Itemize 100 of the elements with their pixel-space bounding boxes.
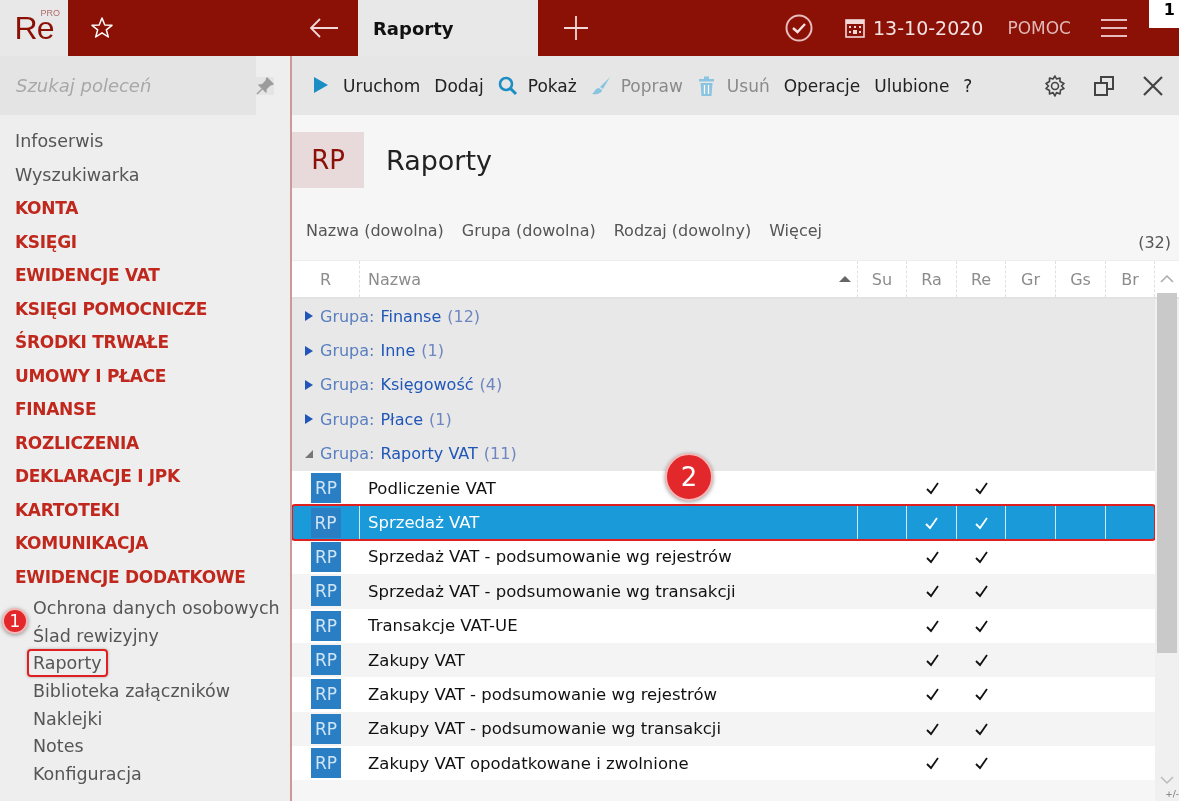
help-link[interactable]: POMOC bbox=[1007, 18, 1071, 38]
menu-section[interactable]: DEKLARACJE I JPK bbox=[15, 460, 290, 494]
restore-window-icon[interactable] bbox=[1094, 75, 1114, 96]
column-header[interactable]: Gs bbox=[1070, 269, 1091, 289]
menu-section[interactable]: ROZLICZENIA bbox=[15, 426, 290, 460]
toolbar-button[interactable]: Dodaj bbox=[427, 65, 491, 106]
menu-section[interactable]: KOMUNIKACJA bbox=[15, 527, 290, 561]
toolbar-button[interactable]: ? bbox=[956, 65, 980, 106]
module-badge: RP bbox=[292, 132, 364, 188]
menu-section[interactable]: KARTOTEKI bbox=[15, 493, 290, 527]
collapsed-arrow-icon[interactable] bbox=[304, 379, 314, 390]
menu-item[interactable]: Ślad rewizyjny bbox=[27, 621, 165, 650]
table-row[interactable]: RP Transakcje VAT-UE bbox=[292, 608, 1155, 643]
menu-section[interactable]: EWIDENCJE VAT bbox=[15, 259, 290, 293]
back-arrow-icon[interactable] bbox=[308, 16, 340, 40]
filter-link[interactable]: Rodzaj (dowolny) bbox=[613, 221, 752, 240]
table-row[interactable]: RP Sprzedaż VAT - podsumowanie wg rejestrów bbox=[292, 539, 1155, 575]
column-header[interactable]: Br bbox=[1121, 269, 1139, 289]
column-header[interactable]: Ra bbox=[921, 269, 942, 289]
close-icon[interactable] bbox=[1143, 75, 1163, 96]
table-row[interactable]: RP Zakupy VAT - podsumowanie wg rejestrów bbox=[292, 677, 1155, 712]
toolbar-button[interactable]: Uruchom bbox=[306, 65, 428, 106]
column-header[interactable]: Su bbox=[871, 269, 893, 289]
group-row[interactable]: Grupa: Inne (1) bbox=[292, 333, 1155, 368]
plus-icon[interactable] bbox=[564, 16, 588, 40]
menu-item[interactable]: Konfiguracja bbox=[27, 760, 148, 789]
group-name: Płace bbox=[380, 409, 424, 429]
report-icon: RP bbox=[311, 473, 341, 504]
group-count: (1) bbox=[429, 409, 452, 429]
group-name: Raporty VAT bbox=[380, 444, 478, 464]
report-icon: RP bbox=[311, 748, 341, 779]
group-name: Inne bbox=[380, 341, 416, 361]
window-number: 1 bbox=[1149, 0, 1179, 28]
calendar-icon[interactable] bbox=[845, 18, 865, 38]
trash-icon bbox=[696, 75, 717, 96]
record-count: (32) bbox=[1138, 233, 1171, 252]
expand-toggle[interactable]: +/- bbox=[1165, 789, 1179, 799]
table-row[interactable]: RP Zakupy VAT opodatkowane i zwolnione bbox=[292, 746, 1155, 781]
report-icon: RP bbox=[311, 541, 341, 572]
menu-section[interactable]: ŚRODKI TRWAŁE bbox=[15, 326, 290, 360]
menu-section[interactable]: KONTA bbox=[15, 192, 290, 226]
table-cell: Zakupy VAT - podsumowanie wg rejestrów bbox=[368, 685, 718, 704]
group-label: Grupa: bbox=[320, 341, 375, 361]
table-cell: Transakcje VAT-UE bbox=[368, 616, 518, 636]
group-row[interactable]: Grupa: Księgowość (4) bbox=[292, 367, 1155, 403]
report-icon: RP bbox=[311, 713, 341, 744]
toolbar-button[interactable]: Ulubione bbox=[867, 65, 957, 106]
group-name: Księgowość bbox=[380, 375, 474, 395]
menu-section[interactable]: UMOWY I PŁACE bbox=[15, 359, 290, 393]
sort-arrow-icon bbox=[839, 274, 851, 284]
group-row[interactable]: Grupa: Płace (1) bbox=[292, 402, 1155, 437]
document-tab[interactable]: Raporty bbox=[358, 0, 538, 56]
collapsed-arrow-icon[interactable] bbox=[304, 345, 314, 356]
menu-item[interactable]: Raporty bbox=[27, 649, 108, 678]
step-marker: 1 bbox=[2, 608, 28, 634]
group-label: Grupa: bbox=[320, 375, 375, 395]
expanded-arrow-icon[interactable] bbox=[304, 448, 314, 459]
group-count: (4) bbox=[479, 375, 503, 395]
settings-icon[interactable] bbox=[1045, 74, 1065, 97]
scrollbar-thumb[interactable] bbox=[1157, 293, 1177, 653]
column-header[interactable]: R bbox=[319, 269, 332, 289]
page-title: Raporty bbox=[386, 144, 493, 176]
filter-link[interactable]: Nazwa (dowolna) bbox=[306, 221, 444, 240]
menu-link[interactable]: Wyszukiwarka bbox=[15, 158, 290, 192]
menu-item[interactable]: Naklejki bbox=[27, 704, 109, 733]
column-header[interactable]: Gr bbox=[1021, 269, 1040, 289]
table-cell: Podliczenie VAT bbox=[368, 478, 496, 498]
filter-link[interactable]: Grupa (dowolna) bbox=[461, 221, 596, 240]
menu-link[interactable]: Infoserwis bbox=[15, 125, 290, 159]
menu-section[interactable]: KSIĘGI POMOCNICZE bbox=[15, 292, 290, 326]
report-icon: RP bbox=[311, 610, 341, 641]
menu-item[interactable]: Notes bbox=[27, 732, 90, 761]
toolbar-button[interactable]: Operacje bbox=[776, 65, 868, 106]
group-row[interactable]: Grupa: Finanse (12) bbox=[292, 299, 1155, 334]
search-field[interactable]: Szukaj poleceń bbox=[0, 56, 256, 115]
column-header[interactable]: Re bbox=[970, 269, 992, 289]
menu-item[interactable]: Biblioteka załączników bbox=[27, 677, 237, 706]
group-label: Grupa: bbox=[320, 444, 375, 464]
collapsed-arrow-icon[interactable] bbox=[304, 311, 314, 322]
group-count: (1) bbox=[421, 341, 444, 361]
filter-link[interactable]: Więcej bbox=[769, 221, 822, 240]
table-cell: Sprzedaż VAT - podsumowanie wg transakcji bbox=[368, 581, 736, 601]
menu-section[interactable]: FINANSE bbox=[15, 393, 290, 427]
menu-section[interactable]: EWIDENCJE DODATKOWE bbox=[15, 560, 290, 594]
table-cell: Zakupy VAT - podsumowanie wg transakcji bbox=[368, 719, 721, 739]
group-label: Grupa: bbox=[320, 409, 375, 429]
menu-item[interactable]: Ochrona danych osobowych bbox=[27, 594, 286, 622]
collapsed-arrow-icon[interactable] bbox=[304, 414, 314, 425]
star-icon[interactable] bbox=[90, 16, 114, 40]
toolbar-button[interactable]: Pokaż bbox=[490, 65, 584, 106]
menu-section[interactable]: KSIĘGI bbox=[15, 225, 290, 259]
table-row[interactable]: RP Sprzedaż VAT bbox=[292, 505, 1155, 540]
search-icon bbox=[497, 75, 518, 96]
column-header[interactable]: Nazwa bbox=[368, 269, 422, 289]
menu-icon[interactable] bbox=[1101, 17, 1127, 39]
check-circle-icon[interactable] bbox=[785, 14, 813, 42]
group-count: (11) bbox=[483, 444, 517, 464]
report-icon: RP bbox=[310, 507, 341, 538]
date-button[interactable]: 13-10-2020 bbox=[873, 17, 984, 39]
table-cell: Zakupy VAT bbox=[368, 650, 465, 670]
